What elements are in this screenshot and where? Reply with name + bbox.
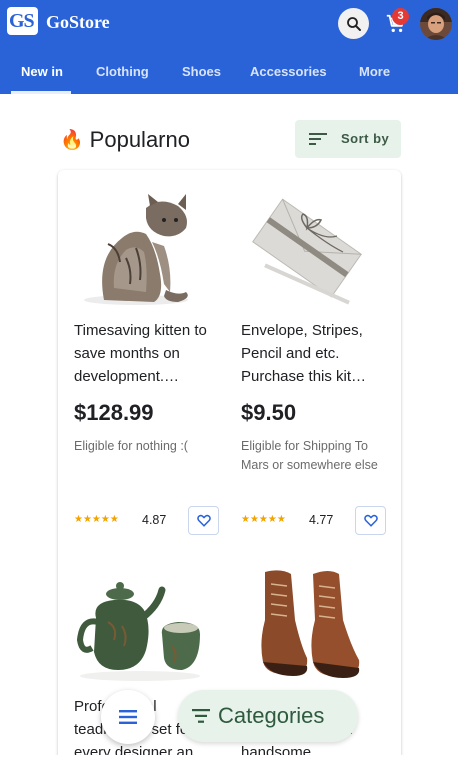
product-title[interactable]: Envelope, Stripes, Pencil and etc. Purch…	[241, 319, 386, 388]
avatar[interactable]	[420, 8, 452, 40]
hamburger-menu-icon	[119, 710, 137, 724]
search-icon	[346, 16, 361, 31]
heart-icon	[363, 514, 378, 527]
sort-button[interactable]: Sort by	[295, 120, 401, 158]
categories-label: Categories	[218, 703, 325, 728]
user-avatar-image	[420, 8, 452, 40]
favorite-button[interactable]	[355, 506, 386, 535]
fire-icon: 🔥	[60, 130, 84, 151]
rating-value: 4.77	[309, 513, 334, 527]
cart-count-badge: 3	[392, 8, 409, 25]
sort-icon	[309, 133, 327, 145]
section-header: 🔥 Popularno	[60, 127, 190, 153]
product-image-boots[interactable]	[241, 562, 373, 686]
bottom-edge	[0, 755, 458, 769]
logo[interactable]: GS	[7, 7, 38, 35]
sort-label: Sort by	[341, 131, 390, 146]
rating-value: 4.87	[142, 513, 167, 527]
category-tabs: New in Clothing Shoes Accessories More	[0, 50, 458, 94]
categories-button[interactable]: Categories	[178, 690, 358, 742]
search-button[interactable]	[338, 8, 369, 39]
menu-fab-button[interactable]	[101, 690, 155, 744]
heart-icon	[196, 514, 211, 527]
section-title: Popularno	[89, 127, 190, 152]
rating-stars: ★★★★★	[241, 514, 286, 525]
scrollbar-gutter	[458, 0, 468, 769]
product-grid: Timesaving kitten to save months on deve…	[58, 170, 401, 769]
product-image-teapot[interactable]	[74, 562, 206, 686]
tab-clothing[interactable]: Clothing	[96, 64, 149, 79]
tab-accessories[interactable]: Accessories	[250, 64, 327, 79]
product-image-envelope[interactable]	[241, 188, 373, 308]
logo-text: GS	[9, 10, 35, 32]
favorite-button[interactable]	[188, 506, 219, 535]
tab-shoes[interactable]: Shoes	[182, 64, 221, 79]
brand-name[interactable]: GoStore	[46, 12, 110, 33]
product-shipping: Eligible for nothing :(	[74, 439, 188, 453]
product-price: $9.50	[241, 400, 297, 425]
tab-new-in[interactable]: New in	[21, 64, 63, 79]
product-title[interactable]: Timesaving kitten to save months on deve…	[74, 319, 219, 388]
filter-icon	[192, 709, 210, 723]
active-tab-indicator	[11, 91, 71, 94]
product-shipping: Eligible for Shipping To Mars or somewhe…	[241, 439, 378, 472]
product-price: $128.99	[74, 400, 154, 425]
product-image-kitten[interactable]	[74, 188, 206, 308]
tab-more[interactable]: More	[359, 64, 390, 79]
rating-stars: ★★★★★	[74, 514, 119, 525]
